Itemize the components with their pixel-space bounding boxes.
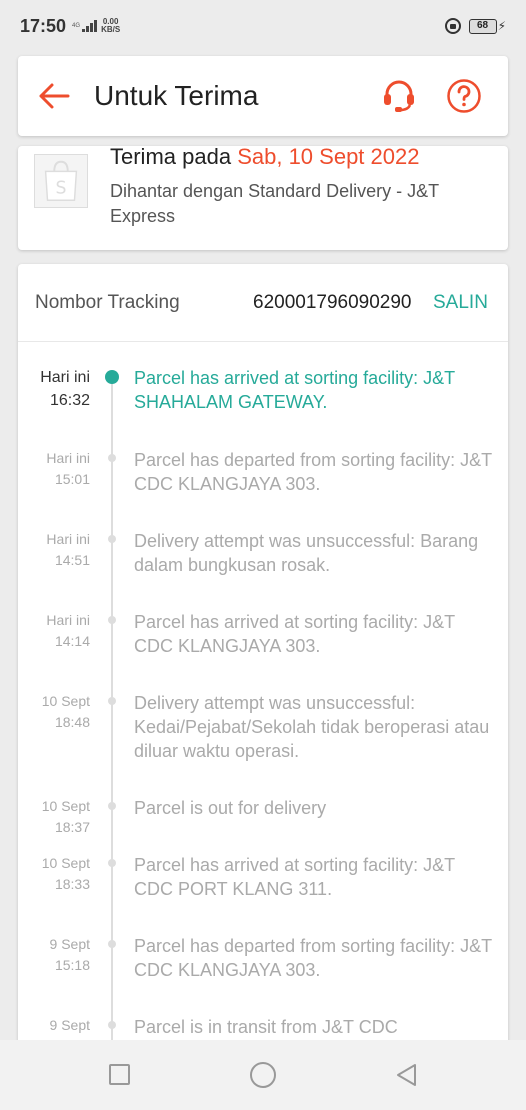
receive-prefix: Terima pada xyxy=(110,144,232,169)
shopee-bag-icon: S xyxy=(34,154,88,208)
event-day: 10 Sept xyxy=(41,798,90,814)
system-nav-bar xyxy=(0,1040,526,1110)
delivery-summary-card: S Terima pada Sab, 10 Sept 2022 Dihantar… xyxy=(18,144,508,250)
event-datetime: Hari ini 16:32 xyxy=(40,366,90,412)
event-day: 9 Sept xyxy=(49,1017,90,1033)
recents-square-icon[interactable] xyxy=(109,1064,130,1085)
event-time: 14:14 xyxy=(54,633,90,649)
event-day: Hari ini xyxy=(46,450,90,466)
timeline-dot xyxy=(108,859,116,867)
event-time: 15:18 xyxy=(54,957,90,973)
headset-icon[interactable] xyxy=(380,76,418,114)
home-circle-icon[interactable] xyxy=(250,1062,276,1088)
back-triangle-icon[interactable] xyxy=(394,1062,420,1088)
page-title: Untuk Terima xyxy=(94,80,259,111)
tracking-label: Nombor Tracking xyxy=(35,292,180,313)
event-description: Delivery attempt was unsuccessful: Baran… xyxy=(134,531,479,575)
event-day: 9 Sept xyxy=(49,936,90,952)
event-datetime: 10 Sept 18:48 xyxy=(42,691,90,733)
copy-tracking-button[interactable]: SALIN xyxy=(433,292,488,314)
event-day: Hari ini xyxy=(46,612,90,628)
event-day: 10 Sept xyxy=(41,693,90,709)
event-datetime: Hari ini 14:51 xyxy=(46,529,90,571)
rotation-lock-icon xyxy=(444,18,461,34)
event-datetime: 10 Sept 18:33 xyxy=(42,853,90,895)
receive-date-line: Terima pada Sab, 10 Sept 2022 xyxy=(110,144,419,170)
event-description: Parcel is out for delivery xyxy=(134,798,327,818)
event-time: 18:37 xyxy=(54,819,90,835)
network-speed: 0.00 KB/S xyxy=(101,18,120,34)
event-description: Parcel has departed from sorting facilit… xyxy=(134,450,492,494)
event-description: Parcel has arrived at sorting facility: … xyxy=(134,612,455,656)
event-time: 14:51 xyxy=(54,552,90,568)
timeline-dot xyxy=(108,535,116,543)
event-description: Parcel has departed from sorting facilit… xyxy=(134,936,492,980)
timeline-dot-active xyxy=(105,370,119,384)
event-day: Hari ini xyxy=(40,369,90,386)
timeline-dot xyxy=(108,940,116,948)
page-header: Untuk Terima xyxy=(18,56,508,136)
event-datetime: 10 Sept 18:37 xyxy=(42,796,90,838)
event-datetime: Hari ini 15:01 xyxy=(46,448,90,490)
delivery-method: Dihantar dengan Standard Delivery - J&T … xyxy=(110,181,439,226)
battery-level: 68 xyxy=(468,18,497,34)
event-description: Parcel has arrived at sorting facility: … xyxy=(134,368,455,412)
charging-icon: ⚡ xyxy=(497,19,506,33)
tracking-card: Nombor Tracking 620001796090290 SALIN Ha… xyxy=(18,264,508,1054)
event-time: 18:33 xyxy=(54,876,90,892)
receive-date: Sab, 10 Sept 2022 xyxy=(237,144,420,169)
status-time: 17:50 xyxy=(20,15,67,36)
event-description: Delivery attempt was unsuccessful: Kedai… xyxy=(134,693,490,761)
timeline-dot xyxy=(108,454,116,462)
battery-indicator: 68 ⚡ xyxy=(468,18,506,34)
event-description: Parcel has arrived at sorting facility: … xyxy=(134,855,455,899)
arrow-left-icon[interactable] xyxy=(36,78,72,114)
event-day: 10 Sept xyxy=(41,855,90,871)
network-tag: 4G xyxy=(72,23,81,29)
event-time: 15:01 xyxy=(54,471,90,487)
question-circle-icon[interactable] xyxy=(446,78,482,114)
signal-icon xyxy=(82,20,98,32)
timeline-dot xyxy=(108,1021,116,1029)
event-datetime: 9 Sept 15:18 xyxy=(50,934,90,976)
timeline-dot xyxy=(108,616,116,624)
status-bar: 17:50 4G 0.00 KB/S 68 ⚡ xyxy=(0,0,526,52)
speed-unit: KB/S xyxy=(101,25,121,34)
event-time: 18:48 xyxy=(54,714,90,730)
event-time: 16:32 xyxy=(49,392,90,409)
event-day: Hari ini xyxy=(46,531,90,547)
event-datetime: Hari ini 14:14 xyxy=(46,610,90,652)
timeline-line xyxy=(111,380,113,1054)
timeline-dot xyxy=(108,697,116,705)
network-indicator: 4G xyxy=(72,20,98,32)
tracking-number-row: Nombor Tracking 620001796090290 SALIN xyxy=(18,264,508,342)
svg-text:S: S xyxy=(56,179,67,199)
timeline-dot xyxy=(108,802,116,810)
event-description: Parcel is in transit from J&T CDC xyxy=(134,1017,398,1037)
tracking-number: 620001796090290 xyxy=(253,292,412,313)
